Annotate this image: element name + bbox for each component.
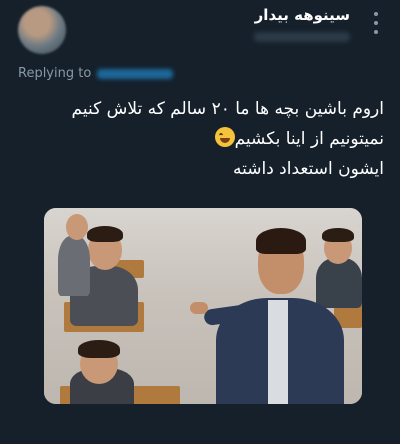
- tweet-media-image[interactable]: [44, 208, 362, 404]
- replying-label: Replying to: [18, 66, 92, 81]
- replying-to: Replying to: [18, 66, 174, 81]
- media-teacher-hand: [190, 302, 208, 314]
- author-display-name[interactable]: سینوهه بیدار: [80, 6, 350, 24]
- tweet-text-line-1: اروم باشین بچه ها ما ۲۰ سالم که تلاش کنی…: [71, 99, 384, 119]
- tweet-text: اروم باشین بچه ها ما ۲۰ سالم که تلاش کنی…: [14, 94, 384, 184]
- grinning-sweat-emoji-icon: [214, 127, 235, 147]
- author-handle-blurred: [254, 32, 350, 42]
- media-student-hair: [78, 340, 120, 358]
- media-student-head: [66, 214, 88, 240]
- tweet-text-line-2: نمیتونیم از اینا بکشیم: [234, 129, 384, 149]
- more-vertical-icon[interactable]: [368, 12, 384, 34]
- avatar[interactable]: [18, 6, 66, 54]
- media-teacher-hair: [256, 228, 306, 254]
- tweet-author[interactable]: سینوهه بیدار: [80, 6, 350, 46]
- media-teacher-shirt: [268, 300, 288, 404]
- tweet-text-line-2-wrap: نمیتونیم از اینا بکشیم: [14, 124, 384, 154]
- media-student: [316, 258, 362, 308]
- reply-target-blurred[interactable]: [97, 68, 174, 79]
- media-student-hair: [322, 228, 354, 242]
- media-student: [58, 236, 90, 296]
- tweet-text-line-3: ایشون استعداد داشته: [233, 159, 384, 179]
- media-student-hair: [87, 226, 123, 242]
